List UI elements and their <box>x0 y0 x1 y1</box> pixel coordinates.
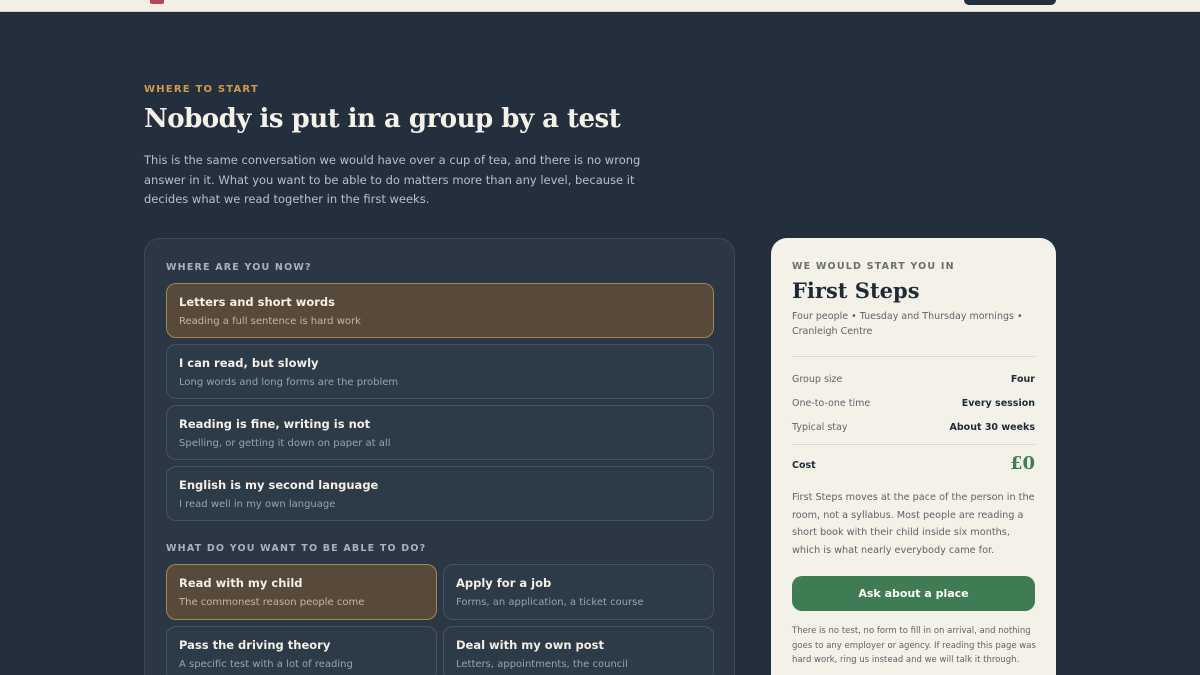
current-level-label: WHERE ARE YOU NOW? <box>166 262 312 273</box>
detail-key: Group size <box>792 374 843 385</box>
option-title: Deal with my own post <box>456 638 604 652</box>
detail-row-one-to-one: One-to-one time Every session <box>792 398 1035 409</box>
detail-row-group-size: Group size Four <box>792 374 1035 385</box>
questionnaire-panel: WHERE ARE YOU NOW? Letters and short wor… <box>144 238 735 675</box>
group-name: First Steps <box>792 278 920 303</box>
option-title: I can read, but slowly <box>179 356 319 370</box>
option-title: Pass the driving theory <box>179 638 331 652</box>
group-meta: Four people • Tuesday and Thursday morni… <box>792 311 1023 337</box>
group-description: First Steps moves at the pace of the per… <box>792 492 1035 556</box>
top-nav-bar <box>0 0 1200 12</box>
option-subtitle: Forms, an application, a ticket course <box>456 597 644 608</box>
detail-value: About 30 weeks <box>949 422 1035 433</box>
recommendation-card: WE WOULD START YOU IN First Steps Four p… <box>771 238 1056 675</box>
intro-paragraph: This is the same conversation we would h… <box>144 153 641 206</box>
option-title: Letters and short words <box>179 295 336 309</box>
option-subtitle: Long words and long forms are the proble… <box>179 377 399 388</box>
divider <box>792 356 1035 357</box>
nav-action-button[interactable] <box>964 0 1056 5</box>
detail-row-typical-stay: Typical stay About 30 weeks <box>792 422 1035 433</box>
level-option-letters[interactable]: Letters and short words Reading a full s… <box>166 283 714 338</box>
ask-about-place-button[interactable]: Ask about a place <box>792 576 1035 611</box>
detail-key: One-to-one time <box>792 398 871 409</box>
section-eyebrow: WHERE TO START <box>144 84 259 95</box>
option-title: Apply for a job <box>456 576 552 590</box>
detail-key: Typical stay <box>792 422 848 433</box>
detail-value: Every session <box>961 398 1035 409</box>
cost-value: £0 <box>1009 453 1035 474</box>
goal-option-apply-job[interactable]: Apply for a job Forms, an application, a… <box>443 564 714 620</box>
goal-option-own-post[interactable]: Deal with my own post Letters, appointme… <box>443 626 714 675</box>
divider <box>792 444 1035 445</box>
goal-option-read-with-child[interactable]: Read with my child The commonest reason … <box>166 564 437 620</box>
option-subtitle: Spelling, or getting it down on paper at… <box>179 438 391 449</box>
option-title: Read with my child <box>179 576 303 590</box>
option-subtitle: I read well in my own language <box>179 499 336 510</box>
card-eyebrow: WE WOULD START YOU IN <box>792 261 955 272</box>
goal-option-driving-theory[interactable]: Pass the driving theory A specific test … <box>166 626 437 675</box>
option-subtitle: Reading a full sentence is hard work <box>179 316 361 327</box>
cost-label: Cost <box>792 460 816 471</box>
goals-label: WHAT DO YOU WANT TO BE ABLE TO DO? <box>166 543 427 554</box>
option-subtitle: Letters, appointments, the council <box>456 659 628 670</box>
option-subtitle: The commonest reason people come <box>179 597 365 608</box>
detail-value: Four <box>1010 374 1035 385</box>
logo-mark-icon[interactable] <box>150 0 164 4</box>
page-title: Nobody is put in a group by a test <box>144 104 621 134</box>
level-option-slow-reader[interactable]: I can read, but slowly Long words and lo… <box>166 344 714 399</box>
option-title: English is my second language <box>179 478 379 492</box>
level-option-second-language[interactable]: English is my second language I read wel… <box>166 466 714 521</box>
option-title: Reading is fine, writing is not <box>179 417 371 431</box>
option-subtitle: A specific test with a lot of reading <box>179 659 353 670</box>
level-option-writing[interactable]: Reading is fine, writing is not Spelling… <box>166 405 714 460</box>
reassurance-note: There is no test, no form to fill in on … <box>792 626 1036 665</box>
